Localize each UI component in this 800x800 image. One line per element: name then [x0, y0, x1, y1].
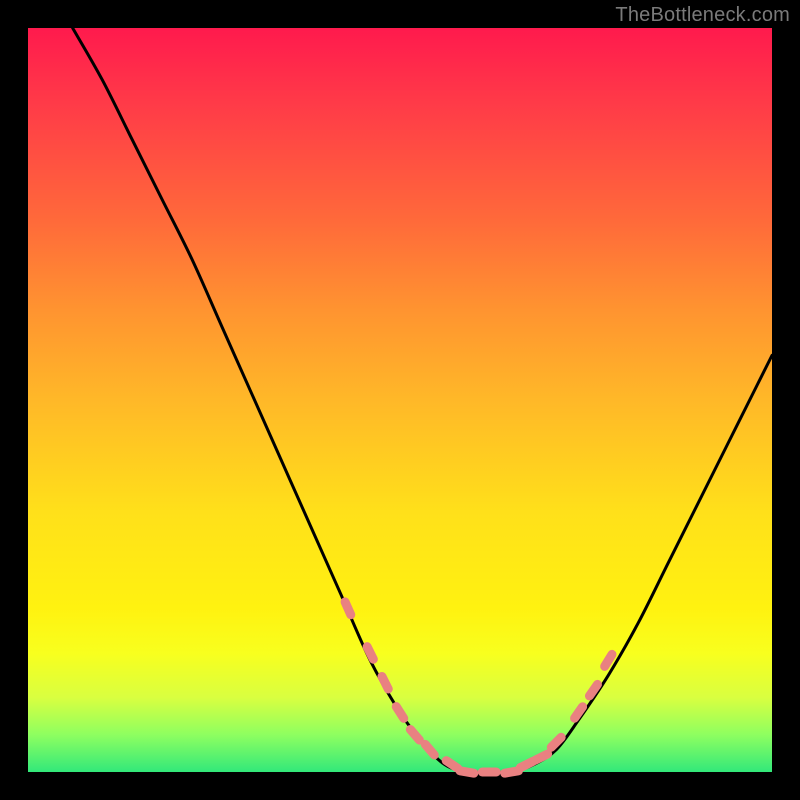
highlight-marker: [345, 602, 351, 615]
highlight-marker: [396, 707, 404, 719]
highlight-marker: [367, 647, 373, 660]
highlight-marker: [605, 654, 612, 666]
plot-area: [28, 28, 772, 772]
highlight-markers: [345, 602, 612, 773]
watermark-text: TheBottleneck.com: [615, 4, 790, 27]
highlight-marker: [520, 761, 533, 767]
highlight-marker: [505, 771, 519, 773]
bottleneck-curve: [73, 28, 772, 773]
highlight-marker: [382, 676, 388, 689]
highlight-marker: [425, 744, 434, 755]
highlight-marker: [535, 754, 548, 760]
chart-frame: TheBottleneck.com: [0, 0, 800, 800]
chart-svg: [28, 28, 772, 772]
highlight-marker: [460, 771, 474, 773]
highlight-marker: [410, 729, 419, 740]
